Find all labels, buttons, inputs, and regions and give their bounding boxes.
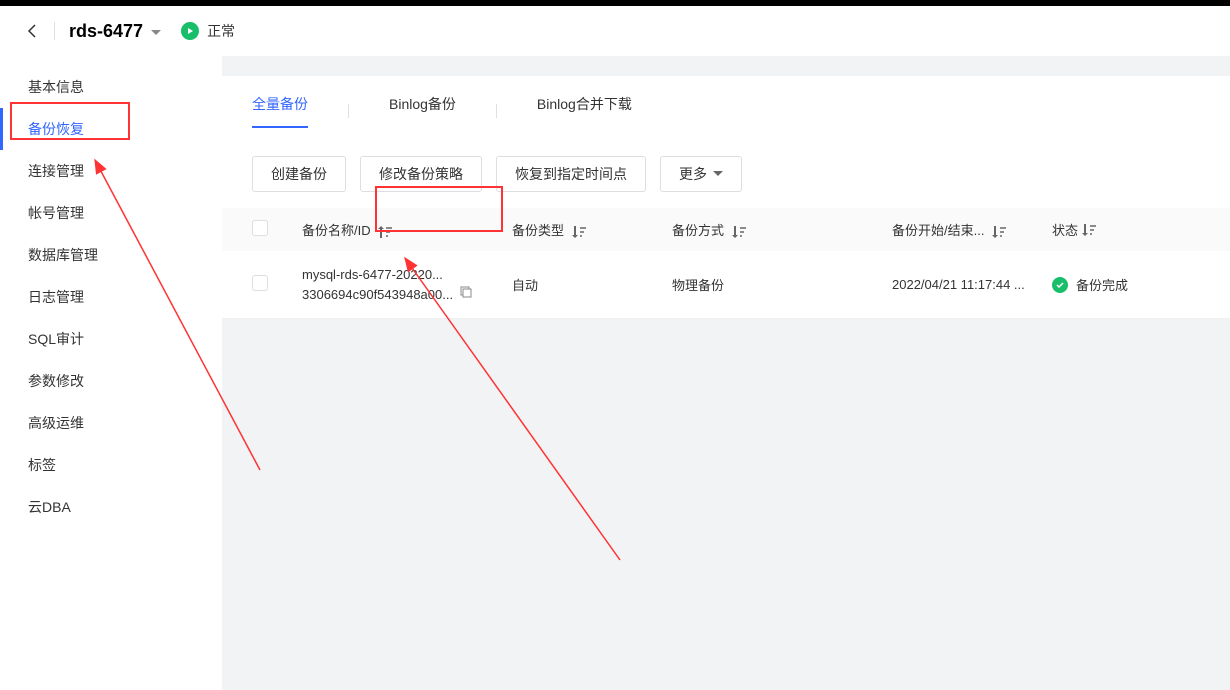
backup-type: 自动 <box>512 275 672 294</box>
restore-to-time-button[interactable]: 恢复到指定时间点 <box>496 156 646 192</box>
backup-id: 3306694c90f543948a00... <box>302 285 453 305</box>
sidebar-item-basic-info[interactable]: 基本信息 <box>0 66 222 108</box>
tab-full-backup[interactable]: 全量备份 <box>252 94 308 128</box>
instance-dropdown-icon[interactable] <box>151 23 161 39</box>
sidebar-item-sql-audit[interactable]: SQL审计 <box>0 318 222 360</box>
page-header: rds-6477 正常 <box>0 6 1230 56</box>
status-badge: 备份完成 <box>1052 275 1128 294</box>
more-button-label: 更多 <box>679 164 707 184</box>
sort-icon[interactable] <box>378 226 392 238</box>
sidebar-item-backup-restore[interactable]: 备份恢复 <box>0 108 222 150</box>
th-status[interactable]: 状态 <box>1052 220 1078 239</box>
backup-table: 备份名称/ID 备份类型 备份方式 <box>222 208 1230 319</box>
toolbar: 创建备份 修改备份策略 恢复到指定时间点 更多 <box>222 128 1230 208</box>
sidebar-item-database[interactable]: 数据库管理 <box>0 234 222 276</box>
backup-name: mysql-rds-6477-20220... <box>302 265 482 285</box>
sidebar-item-account[interactable]: 帐号管理 <box>0 192 222 234</box>
sort-icon[interactable] <box>1082 224 1096 236</box>
row-checkbox[interactable] <box>252 275 268 291</box>
tabs-bar: 全量备份 Binlog备份 Binlog合并下载 <box>222 76 1230 128</box>
select-all-checkbox[interactable] <box>252 220 268 236</box>
copy-icon[interactable] <box>459 285 473 305</box>
sort-icon[interactable] <box>992 226 1006 238</box>
th-name[interactable]: 备份名称/ID <box>302 223 371 238</box>
modify-backup-policy-button[interactable]: 修改备份策略 <box>360 156 482 192</box>
tab-binlog-backup[interactable]: Binlog备份 <box>389 94 456 128</box>
sort-icon[interactable] <box>572 226 586 238</box>
tab-divider <box>348 104 349 118</box>
backup-time: 2022/04/21 11:17:44 ... <box>892 277 1052 292</box>
backup-name-cell: mysql-rds-6477-20220... 3306694c90f54394… <box>302 265 512 304</box>
sidebar: 基本信息 备份恢复 连接管理 帐号管理 数据库管理 日志管理 SQL审计 参数修… <box>0 56 222 690</box>
sidebar-item-connection[interactable]: 连接管理 <box>0 150 222 192</box>
sort-icon[interactable] <box>732 226 746 238</box>
th-time[interactable]: 备份开始/结束... <box>892 223 984 238</box>
status-label: 备份完成 <box>1076 275 1128 294</box>
main-content: 全量备份 Binlog备份 Binlog合并下载 创建备份 修改备份策略 恢复到… <box>222 56 1230 690</box>
table-header: 备份名称/ID 备份类型 备份方式 <box>222 208 1230 251</box>
back-button[interactable] <box>20 19 44 43</box>
status-running-icon <box>181 22 199 40</box>
table-row[interactable]: mysql-rds-6477-20220... 3306694c90f54394… <box>222 251 1230 319</box>
sidebar-item-advanced[interactable]: 高级运维 <box>0 402 222 444</box>
th-type[interactable]: 备份类型 <box>512 223 564 238</box>
sidebar-item-params[interactable]: 参数修改 <box>0 360 222 402</box>
backup-method: 物理备份 <box>672 275 892 294</box>
tab-divider <box>496 104 497 118</box>
check-circle-icon <box>1052 277 1068 293</box>
create-backup-button[interactable]: 创建备份 <box>252 156 346 192</box>
tab-binlog-merge[interactable]: Binlog合并下载 <box>537 94 632 128</box>
sidebar-item-tags[interactable]: 标签 <box>0 444 222 486</box>
header-divider <box>54 22 55 40</box>
instance-name[interactable]: rds-6477 <box>69 21 143 42</box>
sidebar-item-logs[interactable]: 日志管理 <box>0 276 222 318</box>
status-text: 正常 <box>207 21 235 41</box>
th-method[interactable]: 备份方式 <box>672 223 724 238</box>
more-button[interactable]: 更多 <box>660 156 742 192</box>
sidebar-item-cloud-dba[interactable]: 云DBA <box>0 486 222 528</box>
